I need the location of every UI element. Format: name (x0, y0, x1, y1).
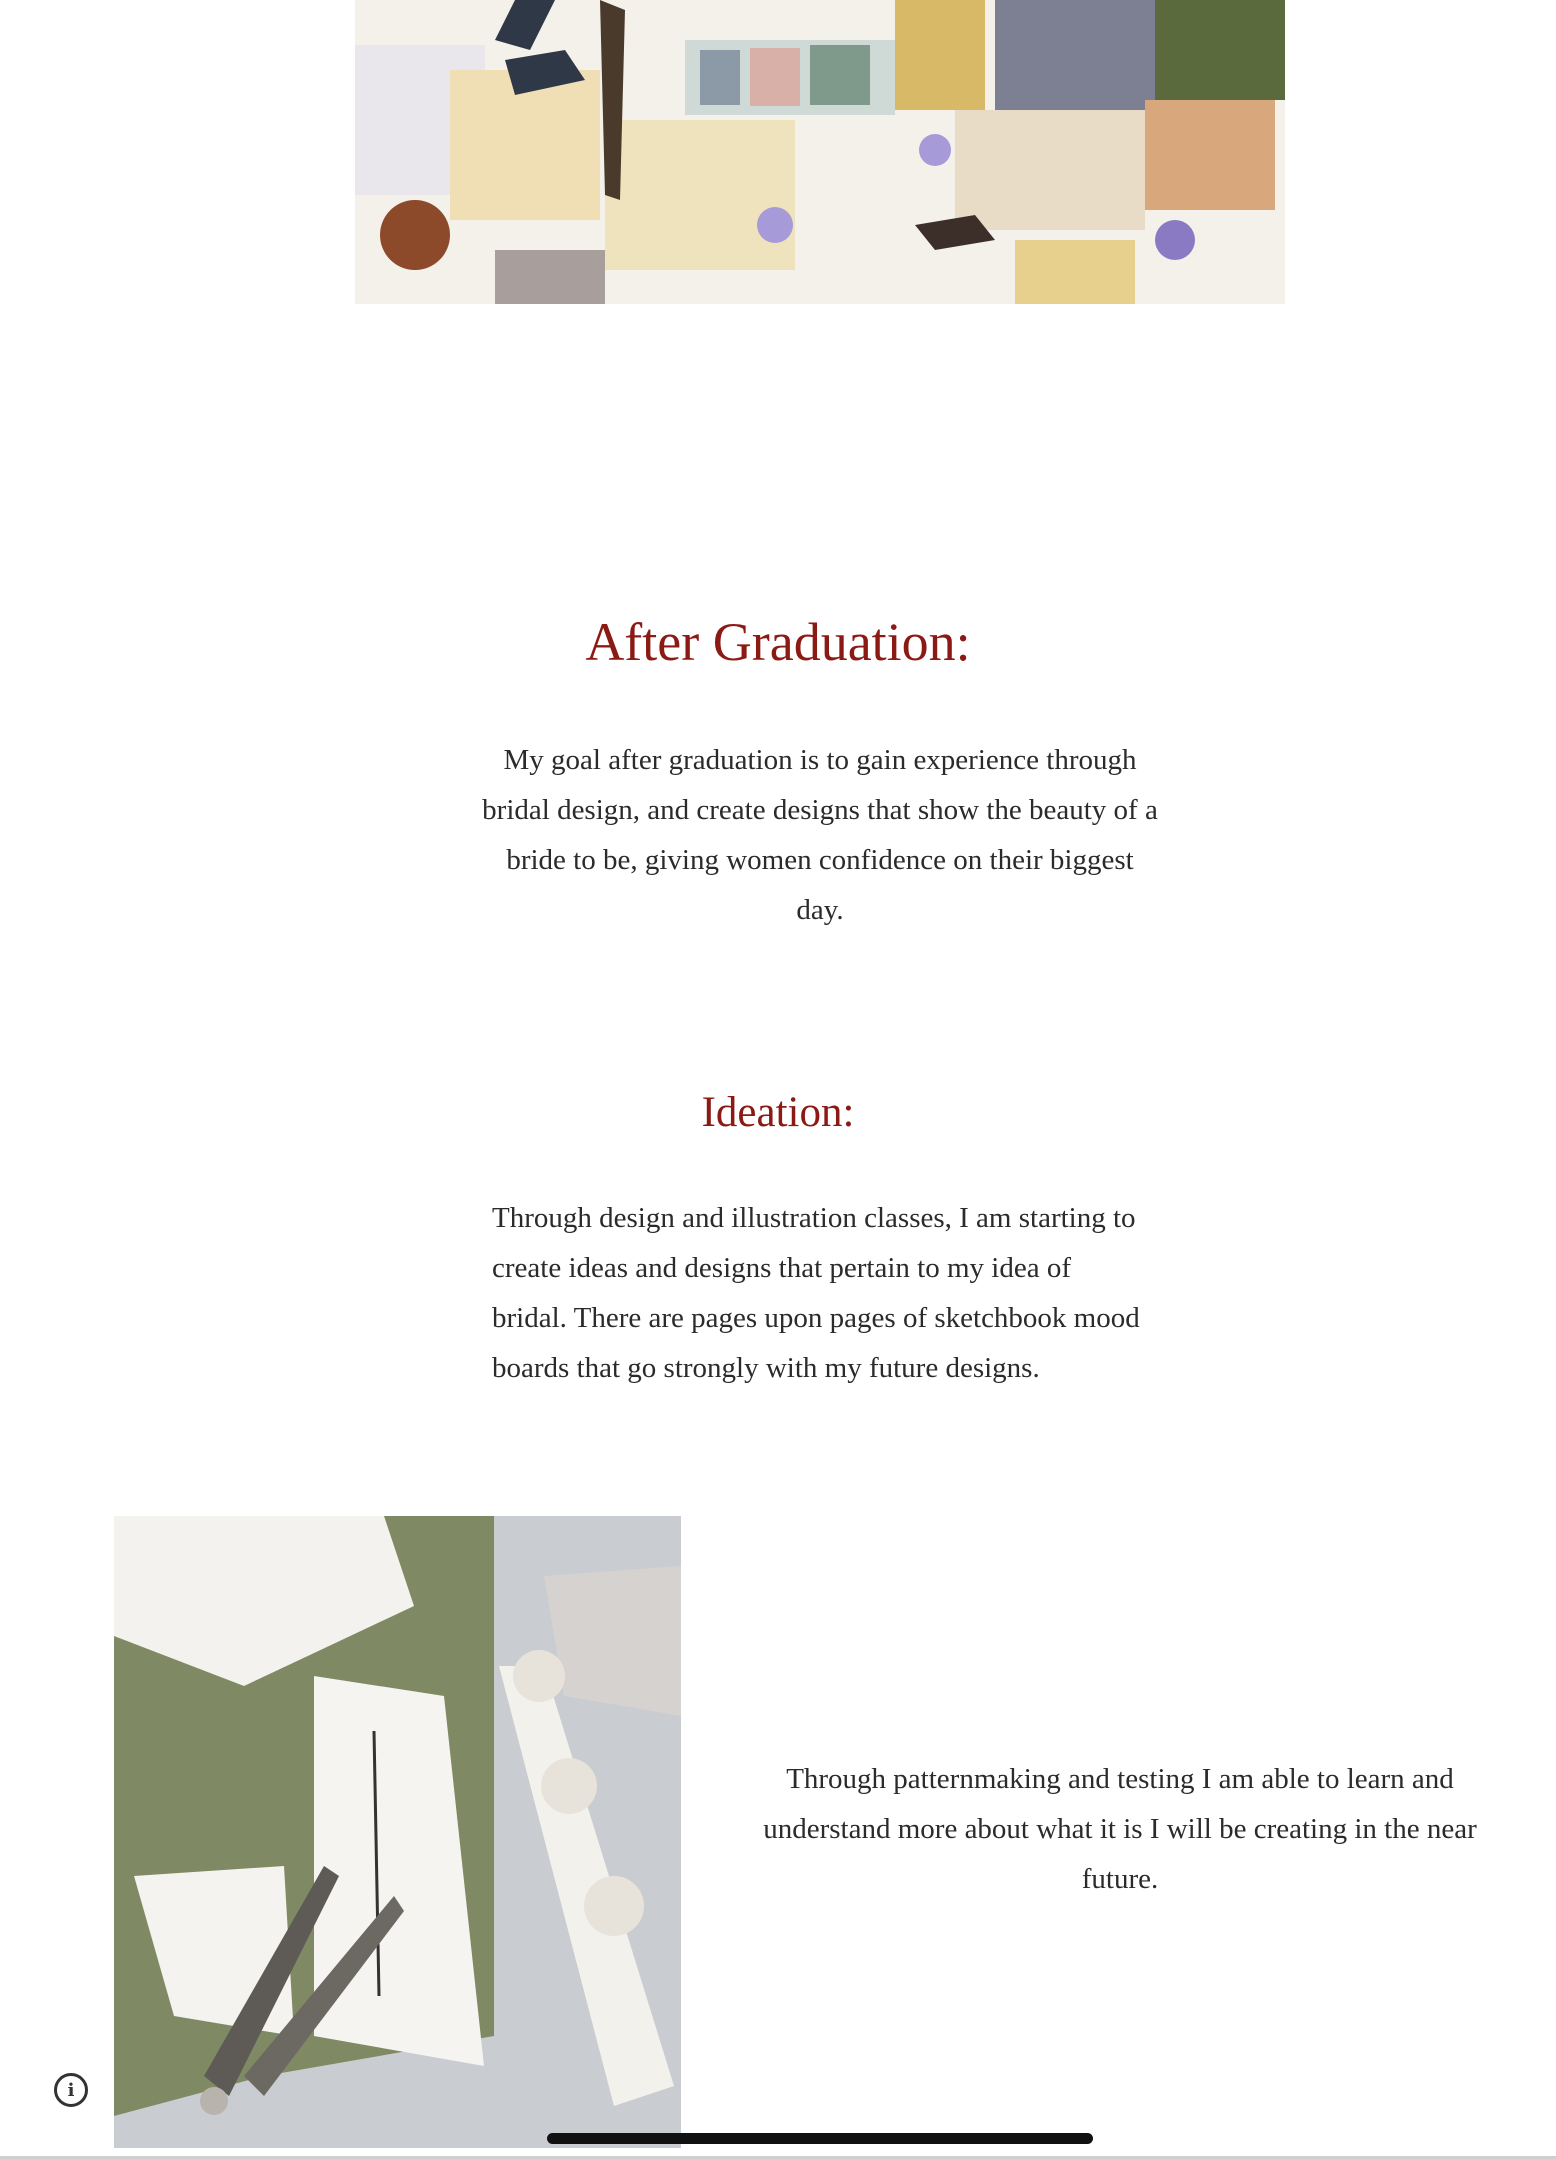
patternmaking-text: Through patternmaking and testing I am a… (763, 1763, 1477, 1895)
patternmaking-illustration (114, 1516, 681, 2148)
after-graduation-text: My goal after graduation is to gain expe… (482, 744, 1158, 926)
moodboard-collage-image (355, 0, 1285, 304)
collage-illustration (355, 0, 1285, 304)
patternmaking-photo (114, 1516, 681, 2148)
after-graduation-heading: After Graduation: (585, 612, 971, 672)
info-glyph: i (67, 2079, 75, 2101)
ideation-heading: Ideation: (701, 1089, 855, 1136)
ideation-text: Through design and illustration classes,… (492, 1202, 1140, 1384)
info-icon[interactable]: i (54, 2073, 88, 2107)
home-indicator[interactable] (547, 2133, 1093, 2144)
